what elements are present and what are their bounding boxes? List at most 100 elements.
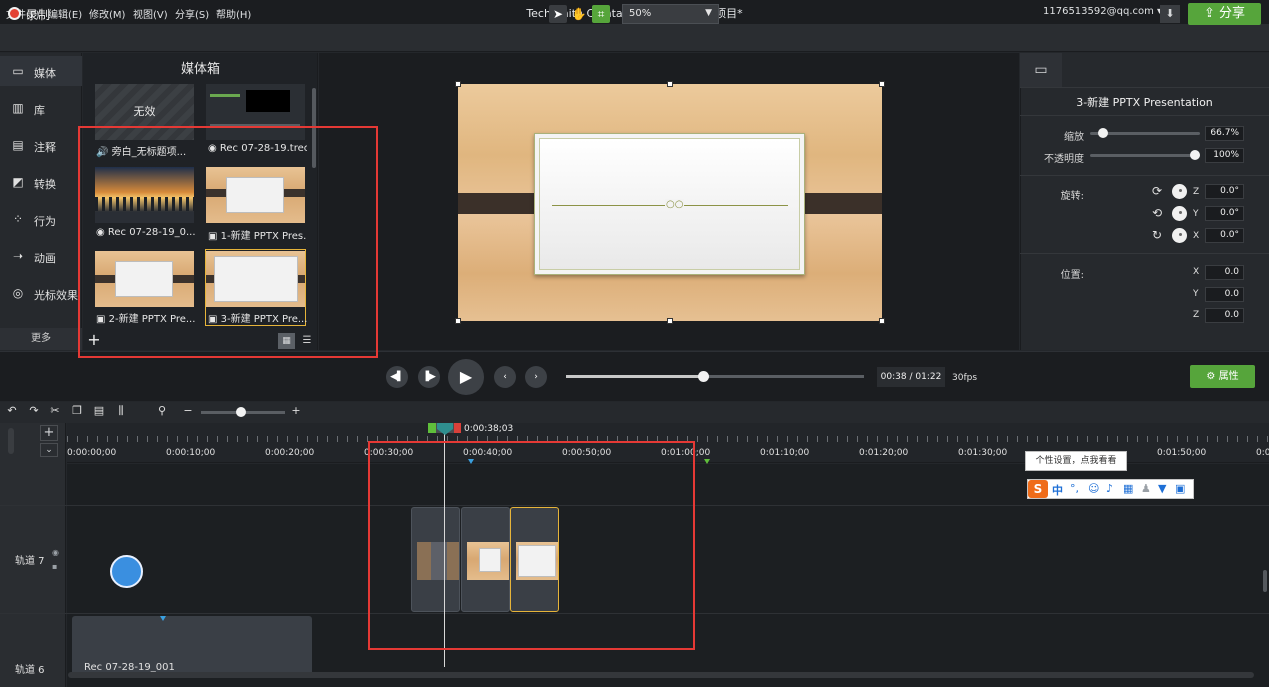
ruler-tick-label: 0:0 (1256, 448, 1269, 458)
toolbox-icon[interactable]: ▣ (1175, 482, 1185, 495)
playhead-in-point[interactable] (428, 423, 436, 433)
record-button[interactable]: 录制 (26, 6, 50, 23)
rotation-x-dial[interactable] (1172, 228, 1187, 243)
ruler-tick-label: 0:01:50;00 (1157, 448, 1207, 458)
library-icon: ▥ (12, 101, 24, 115)
position-y-field[interactable]: 0.0 (1205, 287, 1244, 302)
rotation-y-dial[interactable] (1172, 206, 1187, 221)
position-x-field[interactable]: 0.0 (1205, 265, 1244, 280)
scrub-progress (566, 375, 704, 378)
more-button[interactable]: 更多 (0, 328, 82, 350)
skin-icon[interactable]: ▼ (1158, 482, 1166, 495)
sidebar-item-cursor-effects[interactable]: ◎ 光标效果 (0, 278, 82, 308)
zoom-search-icon[interactable]: ⚲ (155, 404, 169, 418)
axis-label: X (1193, 231, 1200, 241)
resize-handle[interactable] (667, 81, 673, 87)
emoji-icon[interactable]: ☺ (1088, 482, 1099, 495)
rotation-z-dial[interactable] (1172, 184, 1187, 199)
timeline-zoom-knob[interactable] (236, 407, 246, 417)
media-bin-title: 媒体箱 (180, 62, 220, 77)
step-forward-icon[interactable]: ▐▶ (418, 366, 440, 388)
resize-handle[interactable] (879, 81, 885, 87)
preview-bar (210, 94, 240, 97)
timeline-vscrollbar[interactable] (1263, 570, 1267, 592)
sogou-logo-icon[interactable]: S (1028, 480, 1048, 498)
scale-slider-knob[interactable] (1098, 128, 1108, 138)
position-label: 位置: (1060, 270, 1084, 281)
sidebar-item-animations[interactable]: ➝ 动画 (0, 241, 82, 271)
stage-band-left (458, 193, 544, 214)
properties-button[interactable]: ⚙ 属性 (1190, 365, 1255, 388)
user-icon[interactable]: ♟ (1141, 482, 1151, 495)
pan-tool-icon[interactable]: ✋ (570, 5, 588, 23)
camtasia-window: 文件(F) 编辑(E) 修改(M) 视图(V) 分享(S) 帮助(H) Tech… (0, 0, 1269, 687)
playhead-out-point[interactable] (454, 423, 461, 433)
ime-lang-toggle[interactable]: 中 (1052, 482, 1063, 498)
resize-handle[interactable] (667, 318, 673, 324)
timeline-scrollbar[interactable] (68, 672, 1254, 678)
gear-icon: ⚙ (1206, 371, 1219, 382)
sidebar-item-media[interactable]: ▭ 媒体 (0, 56, 82, 86)
sidebar-item-behaviors[interactable]: ⁘ 行为 (0, 204, 82, 234)
behavior-icon: ⁘ (12, 212, 24, 226)
resize-handle[interactable] (455, 318, 461, 324)
cursor-effect-marker[interactable] (110, 555, 143, 588)
cut-icon[interactable]: ✂ (48, 404, 62, 418)
undo-icon[interactable]: ↶ (5, 404, 19, 418)
fps-display: 30fps (952, 373, 978, 383)
crop-tool-icon[interactable]: ⌗ (592, 5, 610, 23)
rotation-y-field[interactable]: 0.0° (1205, 206, 1244, 221)
sidebar-item-library[interactable]: ▥ 库 (0, 93, 82, 123)
scale-field[interactable]: 66.7% (1205, 126, 1244, 141)
paste-icon[interactable]: ▤ (92, 404, 106, 418)
annotation-box (78, 126, 378, 358)
rotation-z-field[interactable]: 0.0° (1205, 184, 1244, 199)
track-height-slider[interactable] (8, 428, 14, 454)
record-icon[interactable] (8, 7, 21, 20)
lock-icon[interactable]: ▪ (52, 562, 57, 571)
play-icon[interactable]: ▶ (448, 359, 484, 395)
sidebar-item-label: 媒体 (34, 67, 56, 80)
divider (1020, 175, 1269, 176)
resize-handle[interactable] (455, 81, 461, 87)
split-icon[interactable]: ⫼ (114, 404, 128, 418)
download-icon[interactable]: ⬇ (1160, 5, 1180, 23)
ruler-tick-label: 0:01:10;00 (760, 448, 810, 458)
redo-icon[interactable]: ↷ (27, 404, 41, 418)
ime-tooltip: 个性设置，点我看看 (1025, 451, 1127, 471)
punctuation-icon[interactable]: °, (1070, 482, 1079, 495)
opacity-field[interactable]: 100% (1205, 148, 1244, 163)
account-menu[interactable]: 1176513592@qq.com ▾ (1043, 6, 1162, 17)
eye-icon[interactable]: ◉ (52, 548, 59, 557)
opacity-slider[interactable] (1090, 154, 1200, 157)
properties-label: 属性 (1218, 371, 1239, 382)
chevron-down-icon[interactable]: ⌄ (40, 443, 58, 457)
add-track-icon[interactable]: + (40, 425, 58, 441)
copy-icon[interactable]: ❐ (70, 404, 84, 418)
sidebar-item-transitions[interactable]: ◩ 转换 (0, 167, 82, 197)
axis-label: X (1193, 267, 1200, 277)
microphone-icon[interactable]: ♪ (1106, 482, 1113, 495)
scrub-knob[interactable] (698, 371, 710, 382)
rotation-x-field[interactable]: 0.0° (1205, 228, 1244, 243)
zoom-select[interactable]: 50% ▼ (622, 4, 719, 24)
axis-label: Y (1193, 289, 1199, 299)
resize-handle[interactable] (879, 318, 885, 324)
visual-properties-tab[interactable]: ▭ (1020, 53, 1062, 87)
share-button[interactable]: ⇪ 分享 (1188, 3, 1261, 25)
zoom-in-icon[interactable]: + (289, 404, 303, 418)
next-clip-icon[interactable]: › (525, 366, 547, 388)
main-toolbar (0, 24, 1269, 52)
share-icon: ⇪ (1203, 6, 1219, 21)
pointer-tool-icon[interactable]: ➤ (549, 5, 567, 23)
position-z-field[interactable]: 0.0 (1205, 308, 1244, 323)
sidebar-item-label: 转换 (34, 178, 56, 191)
step-back-icon[interactable]: ◀▌ (386, 366, 408, 388)
annotation-icon: ▤ (12, 138, 24, 152)
keyboard-icon[interactable]: ▦ (1123, 482, 1133, 495)
zoom-out-icon[interactable]: − (181, 404, 195, 418)
none-label: 无效 (133, 105, 156, 118)
sidebar-item-annotations[interactable]: ▤ 注释 (0, 130, 82, 160)
opacity-slider-knob[interactable] (1190, 150, 1200, 160)
previous-clip-icon[interactable]: ‹ (494, 366, 516, 388)
